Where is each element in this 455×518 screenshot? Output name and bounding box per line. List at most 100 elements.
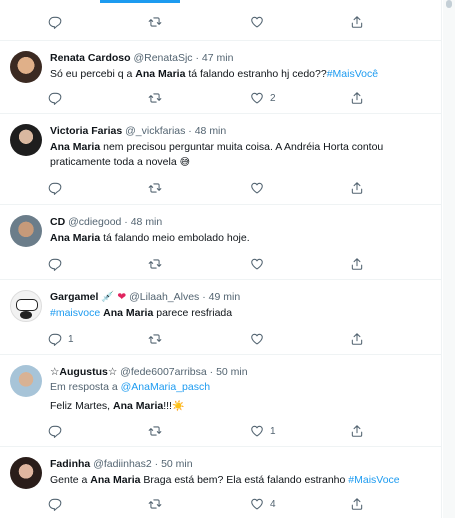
display-name[interactable]: CD (50, 216, 65, 228)
share-icon (350, 15, 364, 29)
share-button[interactable] (350, 90, 364, 106)
hashtag-link[interactable]: #maisvoce (50, 307, 100, 319)
timestamp[interactable]: 48 min (131, 216, 163, 228)
retweet-icon (148, 424, 162, 438)
basta-logo (16, 299, 38, 311)
like-button[interactable] (250, 14, 264, 30)
tweet-header: ☆Augustus☆ @fede6007arribsa · 50 min (50, 366, 248, 378)
handle[interactable]: @cdiegood (68, 216, 121, 228)
hashtag-link[interactable]: #MaisVoce (348, 474, 399, 486)
tweet[interactable]: Victoria Farias @_vickfarias · 48 min An… (0, 114, 441, 205)
reply-button[interactable]: 1 (48, 331, 74, 347)
tweet-actions: 2 (48, 90, 308, 106)
timestamp[interactable]: 50 min (161, 458, 193, 470)
avatar[interactable] (10, 365, 42, 397)
share-icon (350, 424, 364, 438)
reply-button[interactable] (48, 90, 62, 106)
reply-button[interactable] (48, 423, 62, 439)
reply-icon (48, 91, 62, 105)
scrollbar-thumb[interactable] (446, 0, 452, 8)
retweet-button[interactable] (148, 256, 162, 272)
like-icon (250, 497, 264, 511)
tweet-feed: Renata Cardoso @RenataSjc · 47 min Só eu… (0, 0, 442, 518)
display-name[interactable]: Fadinha (50, 458, 90, 470)
reply-button[interactable] (48, 14, 62, 30)
tweet[interactable]: Fadinha @fadiinhas2 · 50 min Gente a Ana… (0, 447, 441, 518)
retweet-icon (148, 181, 162, 195)
share-icon (350, 91, 364, 105)
avatar[interactable] (10, 457, 42, 489)
timestamp[interactable]: 47 min (202, 52, 234, 64)
handle[interactable]: @_vickfarias (125, 125, 185, 137)
tweet[interactable]: Renata Cardoso @RenataSjc · 47 min Só eu… (0, 41, 441, 114)
handle[interactable]: @fadiinhas2 (93, 458, 152, 470)
reply-icon (48, 257, 62, 271)
like-count: 1 (270, 425, 276, 437)
hashtag-link[interactable]: #MaisVocê (327, 68, 378, 80)
share-button[interactable] (350, 180, 364, 196)
share-button[interactable] (350, 331, 364, 347)
display-name[interactable]: ☆Augustus☆ (50, 366, 117, 378)
handle[interactable]: @RenataSjc (133, 52, 192, 64)
share-button[interactable] (350, 14, 364, 30)
avatar[interactable] (10, 290, 42, 322)
like-icon (250, 332, 264, 346)
share-button[interactable] (350, 496, 364, 512)
scrollbar[interactable] (443, 0, 455, 518)
retweet-icon (148, 497, 162, 511)
reply-button[interactable] (48, 256, 62, 272)
heart-emoji: ❤ (117, 291, 127, 303)
like-icon (250, 424, 264, 438)
retweet-button[interactable] (148, 496, 162, 512)
retweet-button[interactable] (148, 14, 162, 30)
like-icon (250, 15, 264, 29)
like-icon (250, 257, 264, 271)
sun-emoji: ☀️ (171, 401, 185, 412)
tweet[interactable]: Gargamel 💉 ❤ @Lilaah_Alves · 49 min #mai… (0, 280, 441, 355)
display-name[interactable]: Renata Cardoso (50, 52, 131, 64)
reply-button[interactable] (48, 496, 62, 512)
reply-icon (48, 497, 62, 511)
tweet-text: Gente a Ana Maria Braga está bem? Ela es… (50, 474, 400, 486)
share-icon (350, 257, 364, 271)
share-button[interactable] (350, 423, 364, 439)
display-name[interactable]: Gargamel (50, 291, 98, 303)
reply-button[interactable] (48, 180, 62, 196)
display-name[interactable]: Victoria Farias (50, 125, 122, 137)
like-button[interactable]: 2 (250, 90, 276, 106)
like-button[interactable] (250, 180, 264, 196)
reply-context: Em resposta a @AnaMaria_pasch (50, 381, 211, 393)
share-button[interactable] (350, 256, 364, 272)
reply-icon (48, 181, 62, 195)
handle[interactable]: @fede6007arribsa (120, 366, 207, 378)
avatar[interactable] (10, 215, 42, 247)
tweet[interactable]: ☆Augustus☆ @fede6007arribsa · 50 min Em … (0, 355, 441, 447)
handle[interactable]: @Lilaah_Alves (129, 291, 199, 303)
like-button[interactable]: 4 (250, 496, 276, 512)
tweet-actions: 4 (48, 496, 308, 512)
tweet-text: Ana Maria tá falando meio embolado hoje. (50, 232, 250, 244)
avatar[interactable] (10, 124, 42, 156)
tweet-header: Gargamel 💉 ❤ @Lilaah_Alves · 49 min (50, 291, 241, 303)
tweet-header: Victoria Farias @_vickfarias · 48 min (50, 125, 227, 137)
retweet-button[interactable] (148, 331, 162, 347)
timestamp[interactable]: 49 min (209, 291, 241, 303)
mention-link[interactable]: @AnaMaria_pasch (121, 381, 210, 393)
retweet-button[interactable] (148, 180, 162, 196)
reply-icon (48, 424, 62, 438)
timestamp[interactable]: 48 min (195, 125, 227, 137)
syringe-emoji: 💉 (101, 291, 115, 303)
retweet-button[interactable] (148, 423, 162, 439)
avatar[interactable] (10, 51, 42, 83)
like-button[interactable] (250, 331, 264, 347)
like-button[interactable]: 1 (250, 423, 276, 439)
tweet-actions: 1 (48, 331, 308, 347)
retweet-button[interactable] (148, 90, 162, 106)
tweet[interactable]: CD @cdiegood · 48 min Ana Maria tá falan… (0, 205, 441, 280)
like-button[interactable] (250, 256, 264, 272)
timestamp[interactable]: 50 min (216, 366, 248, 378)
tweet-actions: 1 (48, 423, 308, 439)
sweat-smile-emoji: 😅 (179, 157, 191, 168)
tweet-text: #maisvoce Ana Maria parece resfriada (50, 307, 233, 319)
tweet-previous[interactable] (0, 0, 441, 41)
